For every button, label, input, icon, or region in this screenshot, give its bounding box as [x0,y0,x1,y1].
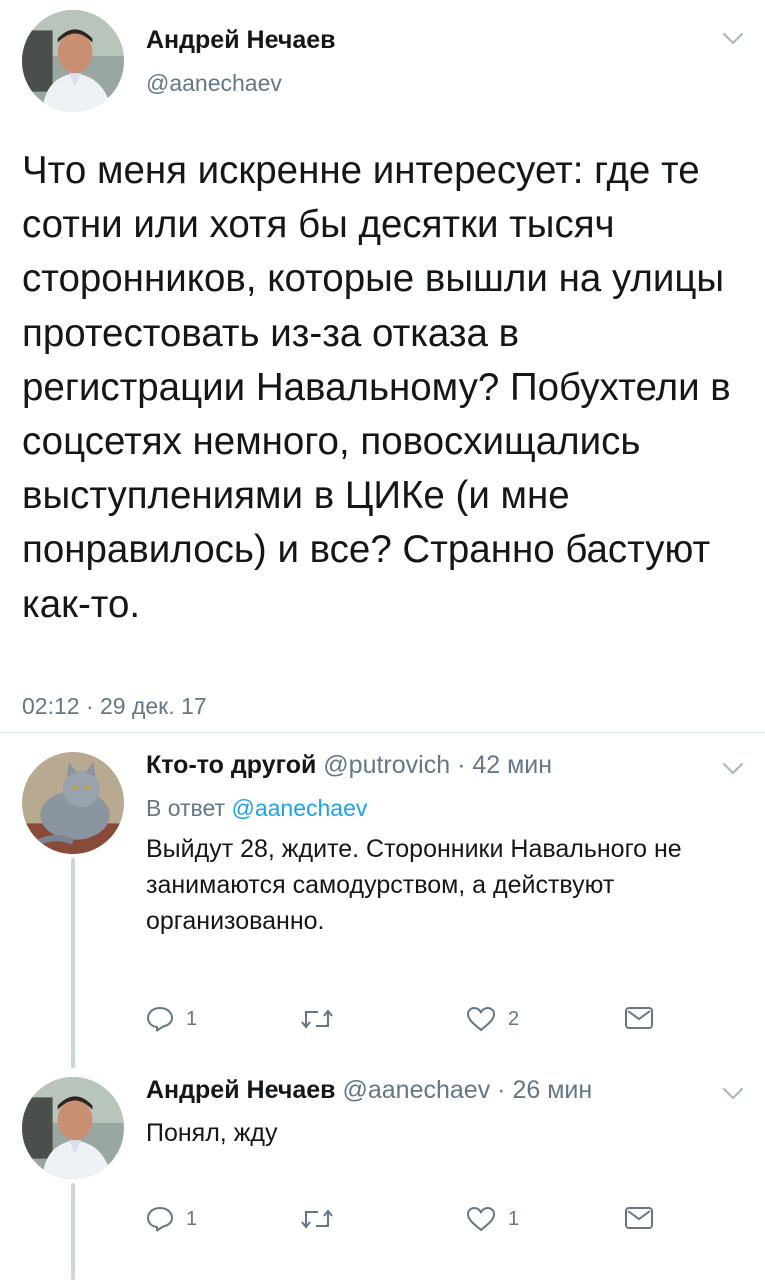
reply-header: Кто-то другой @putrovich · 42 мин [146,751,552,780]
message-button[interactable] [624,1006,654,1030]
retweet-button[interactable] [300,1208,346,1230]
chevron-down-icon[interactable] [722,1087,744,1101]
like-button[interactable]: 2 [466,1006,519,1032]
retweet-button[interactable] [300,1008,346,1030]
profile-photo-icon [22,1077,124,1179]
reply-button[interactable]: 1 [146,1206,197,1232]
reply-author-handle[interactable]: @aanechaev [343,1076,491,1104]
reply-avatar[interactable] [22,752,124,854]
chevron-down-icon[interactable] [722,32,744,46]
reply-avatar[interactable] [22,1077,124,1179]
author-name[interactable]: Андрей Нечаев [146,26,336,55]
author-handle[interactable]: @aanechaev [146,70,282,97]
reply-to-prefix: В ответ [146,795,226,821]
thread-line [71,858,75,1068]
like-button[interactable]: 1 [466,1206,519,1232]
reply-author-handle[interactable]: @putrovich [323,751,450,779]
like-count: 2 [508,1007,520,1030]
thread-line [71,1183,75,1280]
reply-author-name[interactable]: Кто-то другой [146,751,316,779]
reply-to-link[interactable]: @aanechaev [231,795,367,821]
reply-header: Андрей Нечаев @aanechaev · 26 мин [146,1076,592,1105]
retweet-icon [301,1009,333,1029]
envelope-icon [625,1007,653,1029]
reply-icon [147,1007,173,1032]
reply-time: · 26 мин [497,1076,593,1104]
reply-icon [147,1207,173,1232]
profile-photo-icon [22,10,124,112]
divider [0,732,765,733]
like-count: 1 [508,1207,520,1230]
heart-icon [466,1206,496,1232]
chevron-down-icon[interactable] [722,762,744,776]
reply-button[interactable]: 1 [146,1006,197,1032]
cat-photo-icon [22,752,124,854]
message-button[interactable] [624,1206,654,1230]
heart-icon [466,1006,496,1032]
tweet-timestamp[interactable]: 02:12 · 29 дек. 17 [22,693,207,720]
retweet-icon [301,1209,333,1229]
reply-time: · 42 мин [457,751,553,779]
reply-text: Выйдут 28, ждите. Сторонники Навального … [146,835,682,935]
reply-count: 1 [186,1207,198,1230]
reply-author-name[interactable]: Андрей Нечаев [146,1076,336,1104]
reply-to-line: В ответ @aanechaev [146,795,367,822]
reply-count: 1 [186,1007,198,1030]
tweet-text: Что меня искренне интересует: где те сот… [22,149,731,626]
reply-text: Понял, жду [146,1119,278,1147]
envelope-icon [625,1207,653,1229]
author-avatar[interactable] [22,10,124,112]
